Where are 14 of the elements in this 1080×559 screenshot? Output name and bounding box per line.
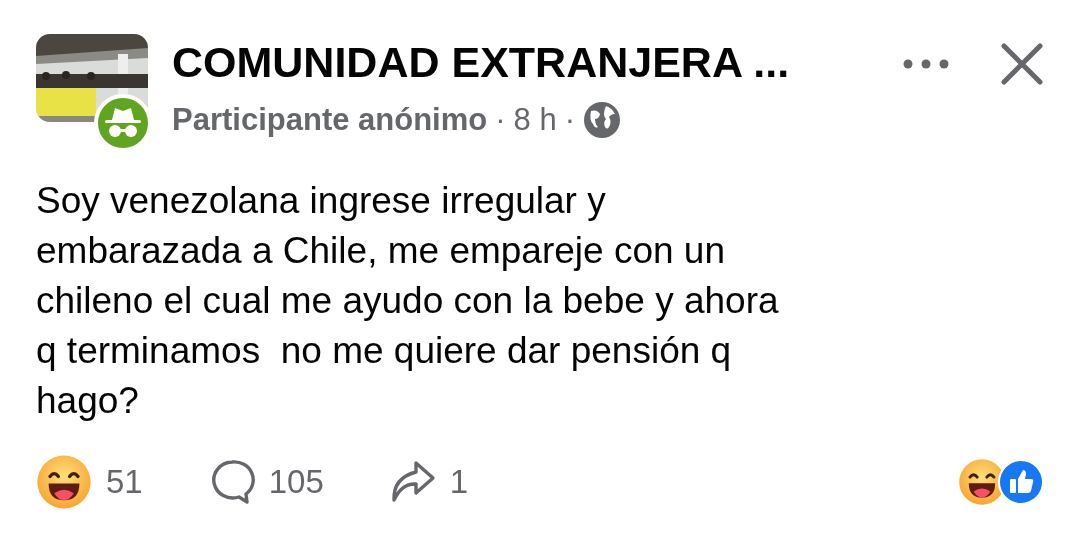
separator: · bbox=[564, 102, 575, 138]
comment-count[interactable]: 105 bbox=[268, 463, 324, 501]
close-icon[interactable] bbox=[1000, 42, 1044, 86]
share-count[interactable]: 1 bbox=[449, 463, 469, 501]
like-reaction-icon bbox=[998, 459, 1044, 505]
share-icon[interactable] bbox=[389, 460, 436, 504]
post-time[interactable]: 8 h bbox=[513, 102, 557, 138]
author-name[interactable]: Participante anónimo bbox=[172, 102, 488, 138]
post-text: Soy venezolana ingrese irregular y embarazada a Chile, me empareje con un chileno el cual me ayudo con la bebe y ahora q terminamos no me quiere dar pensión q hago? bbox=[36, 179, 780, 423]
group-name[interactable]: COMUNIDAD EXTRANJERA ... bbox=[172, 37, 902, 87]
haha-reaction-icon bbox=[36, 454, 92, 510]
reaction-count[interactable]: 51 bbox=[106, 463, 143, 501]
globe-icon bbox=[583, 101, 621, 139]
separator: · bbox=[495, 102, 506, 138]
